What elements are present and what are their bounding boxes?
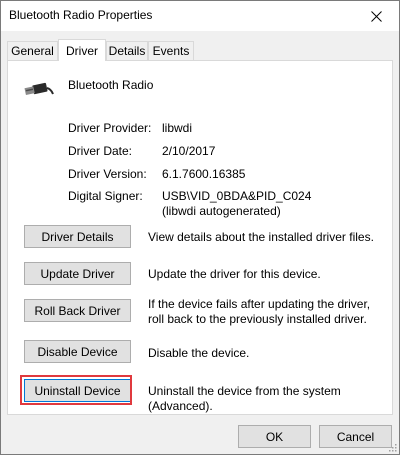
close-icon	[370, 10, 382, 22]
disable-device-description: Disable the device.	[148, 346, 250, 360]
update-driver-description: Update the driver for this device.	[148, 267, 321, 281]
tab-driver[interactable]: Driver	[58, 39, 106, 61]
tab-general[interactable]: General	[7, 41, 58, 60]
digital-signer-label: Digital Signer:	[68, 189, 143, 203]
disable-device-button[interactable]: Disable Device	[24, 340, 131, 363]
digital-signer-value: USB\VID_0BDA&PID_C024 (libwdi autogenera…	[162, 189, 312, 218]
driver-version-value: 6.1.7600.16385	[162, 167, 246, 181]
uninstall-device-description: Uninstall the device from the system (Ad…	[148, 384, 341, 413]
update-driver-button[interactable]: Update Driver	[24, 262, 131, 285]
resize-grip-icon[interactable]	[387, 442, 397, 452]
title-bar[interactable]: Bluetooth Radio Properties	[1, 1, 399, 31]
driver-details-button[interactable]: Driver Details	[24, 225, 131, 248]
properties-dialog: Bluetooth Radio Properties General Drive…	[0, 0, 400, 455]
window-title: Bluetooth Radio Properties	[9, 8, 153, 22]
driver-date-value: 2/10/2017	[162, 144, 216, 158]
tab-strip: General Driver Details Events	[7, 39, 393, 61]
roll-back-driver-button[interactable]: Roll Back Driver	[24, 299, 131, 322]
tab-events[interactable]: Events	[148, 41, 194, 60]
driver-version-label: Driver Version:	[68, 167, 147, 181]
ok-button[interactable]: OK	[238, 425, 311, 448]
uninstall-device-button[interactable]: Uninstall Device	[24, 379, 131, 402]
driver-details-description: View details about the installed driver …	[148, 230, 374, 244]
driver-provider-value: libwdi	[162, 121, 193, 135]
device-name: Bluetooth Radio	[68, 78, 154, 92]
cancel-button[interactable]: Cancel	[319, 425, 392, 448]
close-button[interactable]	[353, 1, 399, 31]
driver-date-label: Driver Date:	[68, 144, 133, 158]
roll-back-driver-description: If the device fails after updating the d…	[148, 297, 371, 326]
tab-details[interactable]: Details	[106, 41, 148, 60]
usb-plug-icon	[24, 82, 54, 96]
driver-provider-label: Driver Provider:	[68, 121, 152, 135]
driver-tab-panel: Bluetooth Radio Driver Provider: libwdi …	[7, 60, 393, 415]
